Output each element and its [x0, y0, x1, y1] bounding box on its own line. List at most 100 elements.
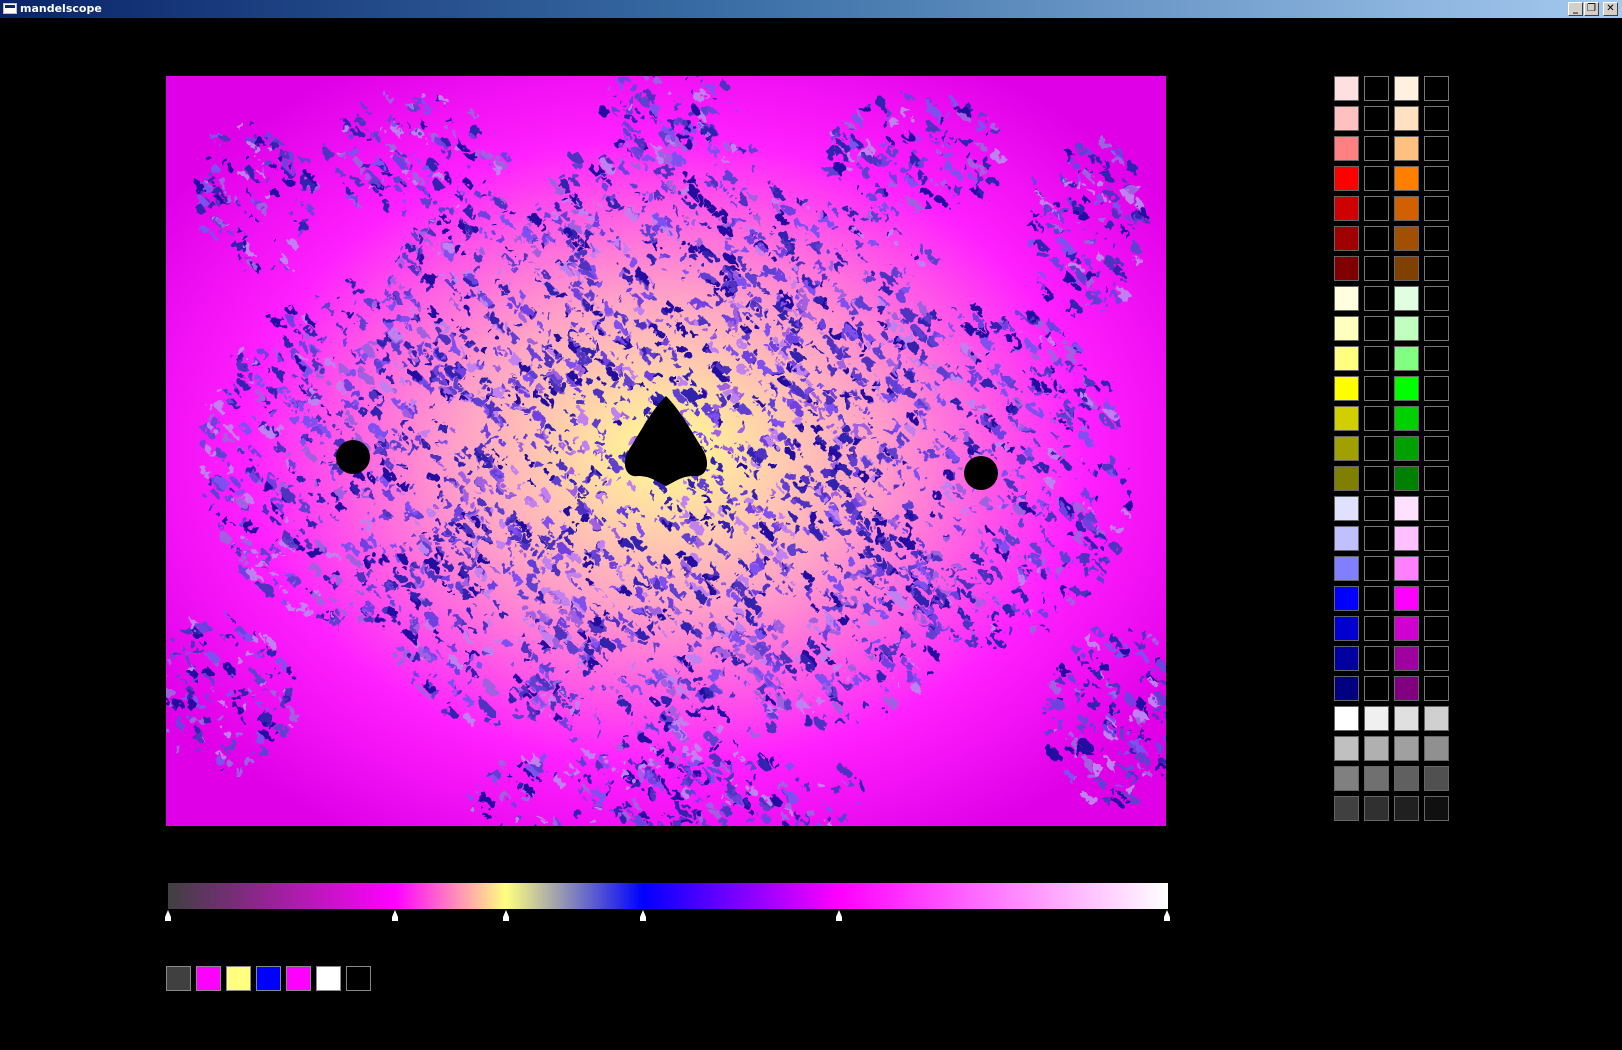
palette-swatch[interactable] [1424, 556, 1449, 581]
palette-swatch[interactable] [1364, 496, 1389, 521]
palette-swatch[interactable] [1364, 736, 1389, 761]
gradient-stop-marker[interactable] [502, 910, 509, 921]
palette-swatch[interactable] [1424, 436, 1449, 461]
fractal-image[interactable] [166, 76, 1166, 826]
palette-swatch[interactable] [1394, 646, 1419, 671]
palette-swatch[interactable] [1334, 796, 1359, 821]
palette-swatch[interactable] [1394, 376, 1419, 401]
gradient-key-swatch[interactable] [346, 966, 371, 991]
palette-swatch[interactable] [1424, 766, 1449, 791]
palette-swatch[interactable] [1364, 436, 1389, 461]
gradient-stop-marker[interactable] [391, 910, 398, 921]
palette-swatch[interactable] [1394, 106, 1419, 131]
palette-swatch[interactable] [1394, 796, 1419, 821]
palette-swatch[interactable] [1364, 466, 1389, 491]
gradient-stop-marker[interactable] [1164, 910, 1170, 921]
palette-swatch[interactable] [1334, 136, 1359, 161]
palette-swatch[interactable] [1394, 286, 1419, 311]
palette-swatch[interactable] [1364, 256, 1389, 281]
palette-swatch[interactable] [1364, 106, 1389, 131]
palette-swatch[interactable] [1424, 496, 1449, 521]
palette-swatch[interactable] [1364, 76, 1389, 101]
gradient-key-swatch[interactable] [226, 966, 251, 991]
palette-swatch[interactable] [1394, 766, 1419, 791]
palette-swatch[interactable] [1424, 796, 1449, 821]
palette-swatch[interactable] [1424, 256, 1449, 281]
palette-swatch[interactable] [1394, 406, 1419, 431]
palette-swatch[interactable] [1424, 166, 1449, 191]
palette-swatch[interactable] [1334, 76, 1359, 101]
palette-swatch[interactable] [1424, 346, 1449, 371]
palette-swatch[interactable] [1424, 196, 1449, 221]
palette-swatch[interactable] [1394, 706, 1419, 731]
app-window-icon[interactable] [3, 3, 17, 14]
palette-swatch[interactable] [1364, 226, 1389, 251]
palette-swatch[interactable] [1424, 706, 1449, 731]
palette-swatch[interactable] [1424, 526, 1449, 551]
palette-swatch[interactable] [1364, 526, 1389, 551]
palette-swatch[interactable] [1334, 616, 1359, 641]
palette-swatch[interactable] [1424, 646, 1449, 671]
color-gradient-bar[interactable] [168, 883, 1168, 909]
palette-swatch[interactable] [1394, 226, 1419, 251]
palette-swatch[interactable] [1364, 586, 1389, 611]
palette-swatch[interactable] [1394, 256, 1419, 281]
gradient-stop-marker[interactable] [836, 910, 843, 921]
palette-swatch[interactable] [1424, 616, 1449, 641]
gradient-stop-marker[interactable] [639, 910, 646, 921]
palette-swatch[interactable] [1394, 586, 1419, 611]
palette-swatch[interactable] [1394, 736, 1419, 761]
palette-swatch[interactable] [1364, 346, 1389, 371]
palette-swatch[interactable] [1364, 196, 1389, 221]
gradient-key-swatch[interactable] [316, 966, 341, 991]
palette-swatch[interactable] [1394, 166, 1419, 191]
palette-swatch[interactable] [1424, 676, 1449, 701]
palette-swatch[interactable] [1334, 226, 1359, 251]
palette-swatch[interactable] [1424, 136, 1449, 161]
palette-swatch[interactable] [1424, 466, 1449, 491]
palette-swatch[interactable] [1364, 136, 1389, 161]
palette-swatch[interactable] [1364, 316, 1389, 341]
palette-swatch[interactable] [1364, 166, 1389, 191]
gradient-stop-marker[interactable] [165, 910, 171, 921]
palette-swatch[interactable] [1394, 136, 1419, 161]
palette-swatch[interactable] [1334, 406, 1359, 431]
palette-swatch[interactable] [1364, 646, 1389, 671]
palette-swatch[interactable] [1424, 286, 1449, 311]
palette-swatch[interactable] [1334, 256, 1359, 281]
palette-swatch[interactable] [1394, 526, 1419, 551]
palette-swatch[interactable] [1334, 286, 1359, 311]
gradient-key-swatch[interactable] [256, 966, 281, 991]
palette-swatch[interactable] [1334, 706, 1359, 731]
gradient-key-swatch[interactable] [286, 966, 311, 991]
palette-swatch[interactable] [1334, 646, 1359, 671]
title-bar[interactable]: mandelscope _ ❐ ✕ [0, 0, 1622, 18]
palette-swatch[interactable] [1424, 406, 1449, 431]
fractal-viewport[interactable] [166, 76, 1166, 826]
palette-swatch[interactable] [1334, 346, 1359, 371]
palette-swatch[interactable] [1394, 466, 1419, 491]
palette-swatch[interactable] [1364, 286, 1389, 311]
palette-swatch[interactable] [1394, 496, 1419, 521]
palette-swatch[interactable] [1394, 556, 1419, 581]
palette-swatch[interactable] [1334, 556, 1359, 581]
palette-swatch[interactable] [1424, 76, 1449, 101]
palette-swatch[interactable] [1364, 706, 1389, 731]
gradient-key-swatch[interactable] [196, 966, 221, 991]
palette-swatch[interactable] [1424, 316, 1449, 341]
palette-swatch[interactable] [1394, 76, 1419, 101]
palette-swatch[interactable] [1334, 676, 1359, 701]
palette-swatch[interactable] [1424, 106, 1449, 131]
minimize-button[interactable]: _ [1568, 2, 1583, 16]
palette-swatch[interactable] [1334, 166, 1359, 191]
palette-swatch[interactable] [1424, 736, 1449, 761]
palette-swatch[interactable] [1424, 376, 1449, 401]
palette-swatch[interactable] [1394, 346, 1419, 371]
gradient-key-swatch[interactable] [166, 966, 191, 991]
palette-swatch[interactable] [1334, 376, 1359, 401]
palette-swatch[interactable] [1334, 496, 1359, 521]
palette-swatch[interactable] [1334, 736, 1359, 761]
palette-swatch[interactable] [1334, 196, 1359, 221]
palette-swatch[interactable] [1424, 586, 1449, 611]
palette-swatch[interactable] [1334, 106, 1359, 131]
